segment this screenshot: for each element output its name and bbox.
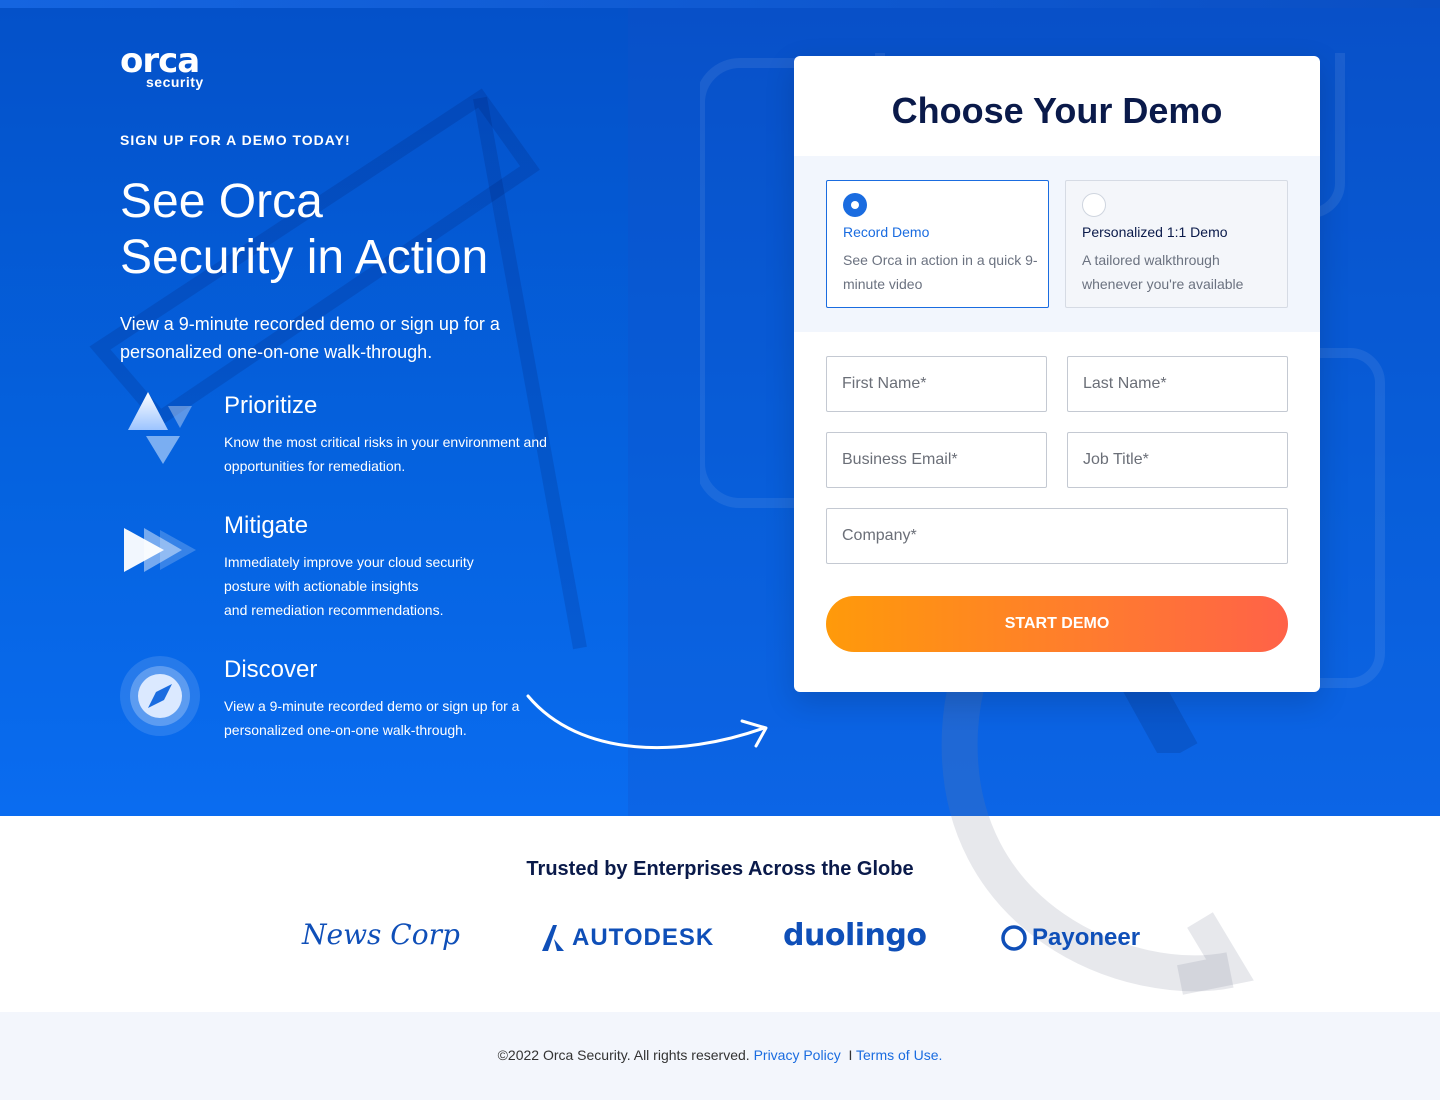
- footer-separator: I: [848, 1047, 853, 1063]
- feature-title: Discover: [224, 656, 318, 683]
- headline-line-1: See Orca: [120, 175, 323, 228]
- copyright-text: ©2022 Orca Security. All rights reserved…: [497, 1047, 750, 1063]
- top-accent-bar: [0, 0, 1440, 8]
- curved-arrow-icon: [526, 694, 768, 750]
- terms-of-use-link[interactable]: Terms of Use.: [856, 1047, 942, 1063]
- customer-logos: News Corp AUTODESK duolingo Payoneer: [0, 918, 1440, 968]
- discover-compass-icon: [120, 656, 200, 736]
- page-footer: ©2022 Orca Security. All rights reserved…: [0, 1012, 1440, 1100]
- payoneer-logo: Payoneer: [1000, 924, 1140, 952]
- job-title-field[interactable]: [1067, 432, 1288, 488]
- first-name-field[interactable]: [826, 356, 1047, 412]
- personalized-demo-option[interactable]: Personalized 1:1 Demo A tailored walkthr…: [1065, 180, 1288, 308]
- option-title: Personalized 1:1 Demo: [1082, 224, 1228, 240]
- newscorp-logo: News Corp: [302, 918, 460, 951]
- last-name-field[interactable]: [1067, 356, 1288, 412]
- autodesk-logo: AUTODESK: [540, 924, 714, 952]
- feature-description-line: posture with actionable insights: [224, 578, 419, 594]
- feature-description: View a 9-minute recorded demo or sign up…: [224, 698, 520, 738]
- form-title: Choose Your Demo: [891, 90, 1223, 131]
- autodesk-mark-icon: [542, 925, 564, 951]
- headline-line-2: Security in Action: [120, 231, 489, 284]
- footer-text: ©2022 Orca Security. All rights reserved…: [0, 1047, 1440, 1063]
- payoneer-ring-icon: [1001, 925, 1027, 951]
- company-field[interactable]: [826, 508, 1288, 564]
- start-demo-button[interactable]: START DEMO: [826, 596, 1288, 652]
- hero-headline: See Orca Security in Action: [120, 174, 640, 286]
- feature-description-line: Immediately improve your cloud security: [224, 554, 474, 570]
- feature-description: Immediately improve your cloud security …: [224, 550, 554, 622]
- option-description: See Orca in action in a quick 9-minute v…: [843, 252, 1038, 292]
- radio-unselected-icon[interactable]: [1082, 193, 1106, 217]
- record-demo-option[interactable]: Record Demo See Orca in action in a quic…: [826, 180, 1049, 308]
- hero-subhead: View a 9-minute recorded demo or sign up…: [120, 314, 500, 362]
- payoneer-wordmark: Payoneer: [1032, 924, 1141, 951]
- feature-description: Know the most critical risks in your env…: [224, 434, 547, 474]
- autodesk-wordmark: AUTODESK: [572, 924, 715, 951]
- logo-subtext: security: [146, 74, 204, 90]
- radio-selected-icon[interactable]: [843, 193, 867, 217]
- hero-eyebrow: SIGN UP FOR A DEMO TODAY!: [120, 132, 351, 148]
- privacy-policy-link[interactable]: Privacy Policy: [754, 1047, 841, 1063]
- duolingo-logo: duolingo: [783, 918, 927, 953]
- orca-logo[interactable]: orca security: [120, 41, 204, 90]
- feature-title: Mitigate: [224, 512, 309, 539]
- option-description: A tailored walkthrough whenever you're a…: [1082, 252, 1244, 292]
- trusted-heading: Trusted by Enterprises Across the Globe: [526, 858, 914, 880]
- demo-form-card: Choose Your Demo Record Demo See Orca in…: [794, 56, 1320, 692]
- option-title: Record Demo: [843, 224, 930, 240]
- prioritize-arrows-icon: [128, 392, 192, 464]
- logo-wordmark: orca: [120, 41, 200, 81]
- mitigate-fast-forward-icon: [124, 528, 196, 572]
- feature-title: Prioritize: [224, 392, 318, 419]
- business-email-field[interactable]: [826, 432, 1047, 488]
- demo-type-selector: Record Demo See Orca in action in a quic…: [794, 156, 1320, 332]
- feature-description-line: and remediation recommendations.: [224, 602, 444, 618]
